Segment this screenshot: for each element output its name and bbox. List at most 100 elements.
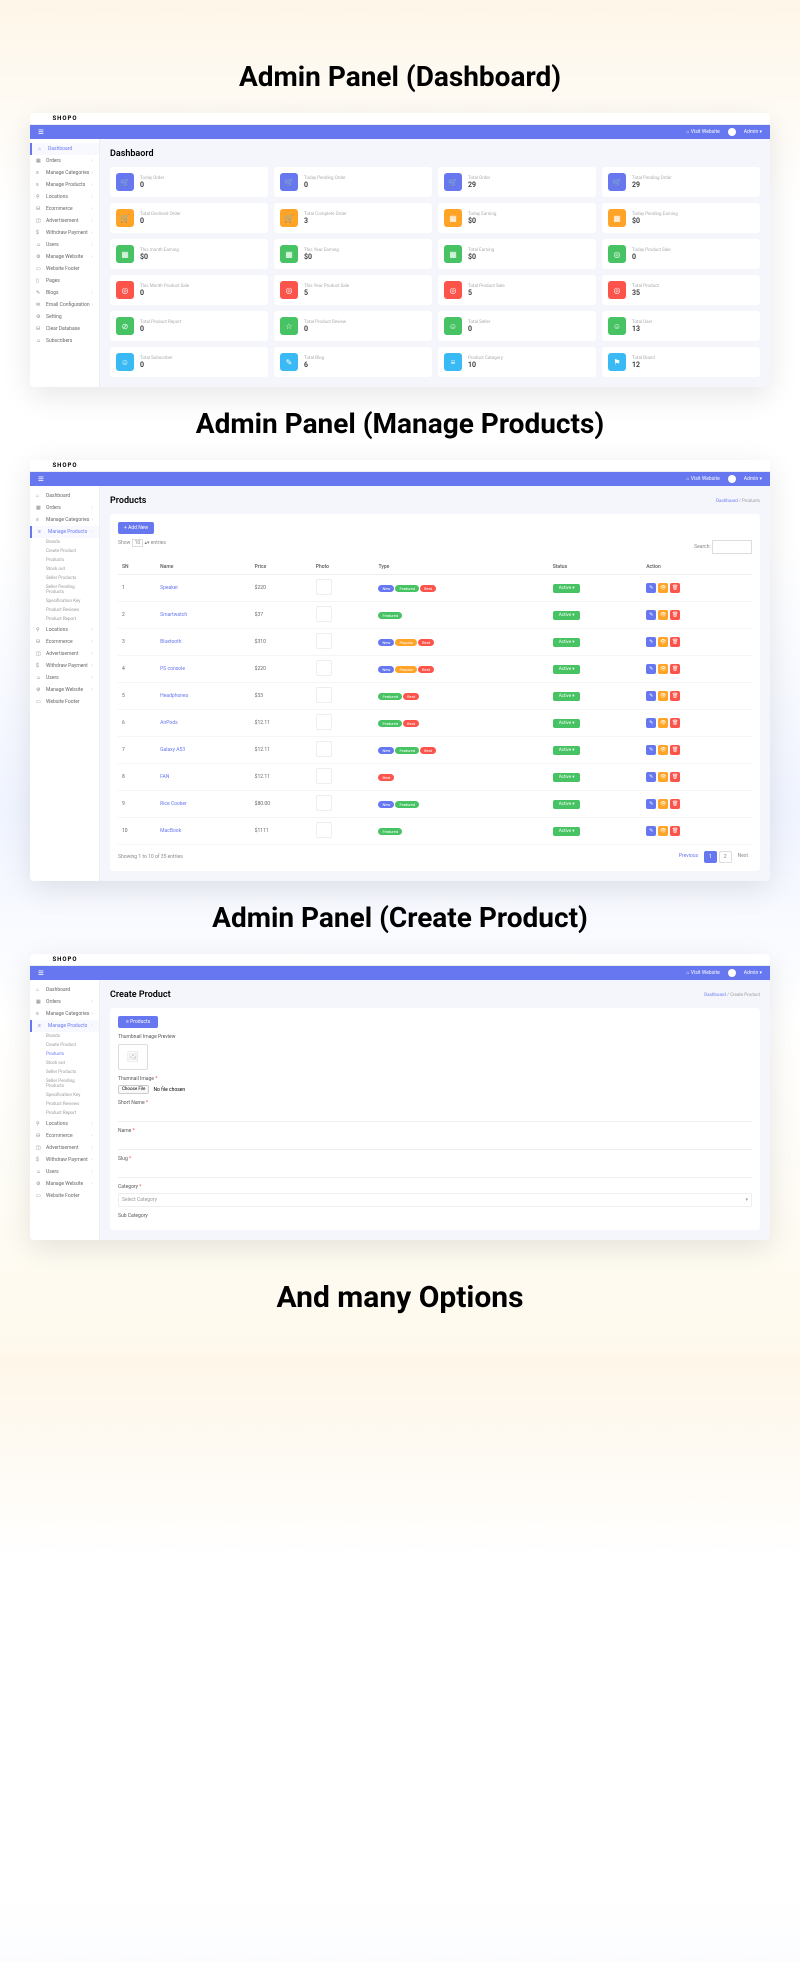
page-1[interactable]: 1: [704, 851, 717, 863]
sidebar-item-ecommerce[interactable]: ⛁Ecommerce›: [30, 203, 99, 215]
sidebar-sub-brands[interactable]: Brands: [30, 1032, 99, 1041]
sidebar-item-advertisement[interactable]: ◫Advertisement›: [30, 648, 99, 660]
sidebar-item-ecommerce[interactable]: ⛁Ecommerce›: [30, 1130, 99, 1142]
sidebar-item-blogs[interactable]: ✎Blogs›: [30, 287, 99, 299]
sidebar-sub-stock-out[interactable]: Stock out: [30, 565, 99, 574]
short-name-input[interactable]: [118, 1109, 752, 1122]
sidebar-item-manage-products[interactable]: ≡Manage Products›: [30, 179, 99, 191]
edit-button[interactable]: ✎: [646, 610, 656, 620]
col-name[interactable]: Name: [156, 560, 251, 575]
product-link[interactable]: Galaxy A53: [160, 747, 185, 753]
logo[interactable]: SHOPO: [30, 115, 100, 122]
col-price[interactable]: Price: [251, 560, 312, 575]
view-button[interactable]: 👁: [658, 772, 668, 782]
sidebar-item-dashboard[interactable]: ⌂Dashboard: [30, 143, 99, 155]
sidebar-sub-product-report[interactable]: Product Report: [30, 615, 99, 624]
delete-button[interactable]: 🗑: [670, 610, 680, 620]
sidebar-item-dashboard[interactable]: ⌂Dashboard: [30, 984, 99, 996]
edit-button[interactable]: ✎: [646, 718, 656, 728]
name-input[interactable]: [118, 1137, 752, 1150]
sidebar-item-manage-categories[interactable]: ≡Manage Categories›: [30, 514, 99, 526]
sidebar-item-orders[interactable]: ▦Orders›: [30, 502, 99, 514]
avatar[interactable]: [728, 969, 736, 977]
sidebar-item-users[interactable]: ☺Users›: [30, 672, 99, 684]
status-button[interactable]: Active ▾: [553, 800, 581, 809]
delete-button[interactable]: 🗑: [670, 745, 680, 755]
view-button[interactable]: 👁: [658, 664, 668, 674]
products-tab[interactable]: ≡ Products: [118, 1016, 158, 1028]
product-link[interactable]: Speaker: [160, 585, 178, 591]
sidebar-item-locations[interactable]: ⚲Locations›: [30, 624, 99, 636]
sidebar-item-users[interactable]: ☺Users›: [30, 239, 99, 251]
sidebar-sub-specification-key[interactable]: Specification Key: [30, 1091, 99, 1100]
sidebar-sub-seller-pending-products[interactable]: Seller Pending Products: [30, 583, 99, 597]
status-button[interactable]: Active ▾: [553, 692, 581, 701]
slug-input[interactable]: [118, 1165, 752, 1178]
product-link[interactable]: MacBook: [160, 828, 181, 834]
view-button[interactable]: 👁: [658, 691, 668, 701]
sidebar-item-orders[interactable]: ▦Orders›: [30, 155, 99, 167]
edit-button[interactable]: ✎: [646, 691, 656, 701]
sidebar-item-orders[interactable]: ▦Orders›: [30, 996, 99, 1008]
sidebar-item-manage-products[interactable]: ≡Manage Products›: [30, 526, 99, 538]
choose-file-button[interactable]: Choose File: [118, 1085, 149, 1094]
sidebar-item-website-footer[interactable]: ▭Website Footer: [30, 696, 99, 708]
logo[interactable]: SHOPO: [30, 956, 100, 963]
sidebar-sub-seller-pending-products[interactable]: Seller Pending Products: [30, 1077, 99, 1091]
sidebar-item-website-footer[interactable]: ▭Website Footer: [30, 263, 99, 275]
edit-button[interactable]: ✎: [646, 637, 656, 647]
sidebar-item-ecommerce[interactable]: ⛁Ecommerce›: [30, 636, 99, 648]
sidebar-sub-product-report[interactable]: Product Report: [30, 1109, 99, 1118]
view-button[interactable]: 👁: [658, 583, 668, 593]
user-menu[interactable]: Admin ▾: [744, 476, 762, 482]
search-input[interactable]: [712, 540, 752, 554]
view-button[interactable]: 👁: [658, 718, 668, 728]
col-type[interactable]: Type: [374, 560, 548, 575]
sidebar-sub-brands[interactable]: Brands: [30, 538, 99, 547]
sidebar-sub-create-product[interactable]: Create Product: [30, 1041, 99, 1050]
sidebar-item-locations[interactable]: ⚲Locations›: [30, 1118, 99, 1130]
view-button[interactable]: 👁: [658, 799, 668, 809]
sidebar-sub-specification-key[interactable]: Specification Key: [30, 597, 99, 606]
sidebar-item-manage-categories[interactable]: ≡Manage Categories›: [30, 1008, 99, 1020]
status-button[interactable]: Active ▾: [553, 665, 581, 674]
sidebar-item-manage-website[interactable]: ⚙Manage Website›: [30, 684, 99, 696]
view-button[interactable]: 👁: [658, 745, 668, 755]
prev-page[interactable]: Previous: [675, 851, 702, 863]
visit-website-link[interactable]: ⌂ Visit Website: [687, 129, 720, 135]
sidebar-item-pages[interactable]: ▯Pages: [30, 275, 99, 287]
product-link[interactable]: PS console: [160, 666, 185, 672]
col-sn[interactable]: SN: [118, 560, 156, 575]
delete-button[interactable]: 🗑: [670, 583, 680, 593]
product-link[interactable]: FAN: [160, 774, 169, 780]
product-link[interactable]: Rice Cooker: [160, 801, 187, 807]
status-button[interactable]: Active ▾: [553, 827, 581, 836]
status-button[interactable]: Active ▾: [553, 611, 581, 620]
edit-button[interactable]: ✎: [646, 745, 656, 755]
user-menu[interactable]: Admin ▾: [744, 129, 762, 135]
status-button[interactable]: Active ▾: [553, 773, 581, 782]
entries-select[interactable]: 10: [132, 539, 144, 547]
visit-website-link[interactable]: ⌂ Visit Website: [687, 970, 720, 976]
product-link[interactable]: Smartwatch: [160, 612, 187, 618]
product-link[interactable]: Headphones: [160, 693, 188, 699]
sidebar-item-clear-database[interactable]: ⛁Clear Database: [30, 323, 99, 335]
sidebar-sub-create-product[interactable]: Create Product: [30, 547, 99, 556]
sidebar-item-website-footer[interactable]: ▭Website Footer: [30, 1190, 99, 1202]
sidebar-item-manage-website[interactable]: ⚙Manage Website›: [30, 251, 99, 263]
product-link[interactable]: Bluetooth: [160, 639, 181, 645]
delete-button[interactable]: 🗑: [670, 826, 680, 836]
product-link[interactable]: AirPods: [160, 720, 178, 726]
sidebar-sub-product-reviews[interactable]: Product Reviews: [30, 606, 99, 615]
status-button[interactable]: Active ▾: [553, 584, 581, 593]
logo[interactable]: SHOPO: [30, 462, 100, 469]
edit-button[interactable]: ✎: [646, 583, 656, 593]
next-page[interactable]: Next: [734, 851, 752, 863]
edit-button[interactable]: ✎: [646, 664, 656, 674]
avatar[interactable]: [728, 475, 736, 483]
sidebar-item-withdraw-payment[interactable]: $Withdraw Payment›: [30, 1154, 99, 1166]
sidebar-item-users[interactable]: ☺Users›: [30, 1166, 99, 1178]
delete-button[interactable]: 🗑: [670, 799, 680, 809]
delete-button[interactable]: 🗑: [670, 637, 680, 647]
sidebar-sub-seller-products[interactable]: Seller Products: [30, 574, 99, 583]
